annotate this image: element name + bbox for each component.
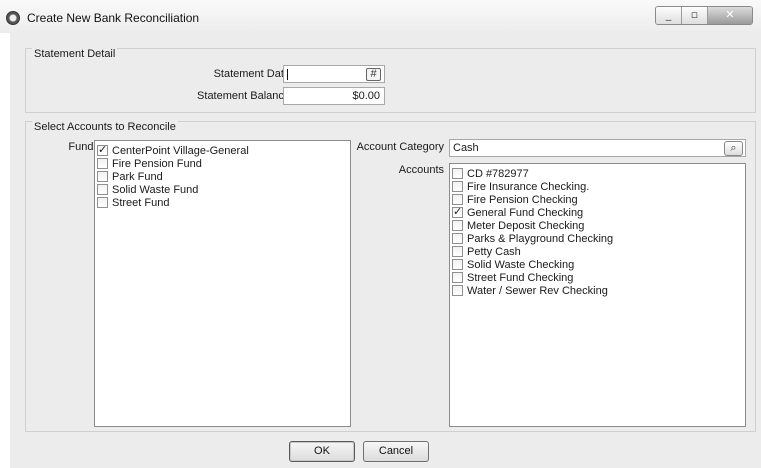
statement-balance-field[interactable]: $0.00 xyxy=(283,87,385,105)
checkbox[interactable] xyxy=(97,171,108,182)
select-accounts-group: Select Accounts to Reconcile Funds ✓ Cen… xyxy=(25,121,756,432)
checkmark-icon: ✓ xyxy=(453,205,463,218)
statement-detail-group: Statement Detail Statement Date # Statem… xyxy=(25,48,756,113)
fund-item[interactable]: Fire Pension Fund xyxy=(97,157,202,170)
statement-balance-label: Statement Balance xyxy=(197,90,290,102)
maximize-button[interactable]: ▫ xyxy=(682,7,708,24)
close-button[interactable]: ✕ xyxy=(708,7,752,24)
checkbox[interactable] xyxy=(452,194,463,205)
account-item[interactable]: Street Fund Checking xyxy=(452,271,573,284)
checkbox[interactable] xyxy=(97,184,108,195)
calendar-button[interactable]: # xyxy=(366,68,381,81)
account-item[interactable]: Solid Waste Checking xyxy=(452,258,574,271)
minimize-button[interactable]: _ xyxy=(656,7,682,24)
statement-date-field[interactable]: # xyxy=(283,65,385,83)
text-caret xyxy=(287,69,288,80)
cancel-button[interactable]: Cancel xyxy=(363,441,429,462)
account-item[interactable]: Fire Pension Checking xyxy=(452,193,578,206)
account-item[interactable]: Meter Deposit Checking xyxy=(452,219,584,232)
app-icon xyxy=(6,11,20,25)
account-item[interactable]: Parks & Playground Checking xyxy=(452,232,613,245)
account-category-label: Account Category xyxy=(356,141,444,153)
close-icon: ✕ xyxy=(725,8,735,21)
checkbox[interactable] xyxy=(97,158,108,169)
checkbox[interactable] xyxy=(452,168,463,179)
checkbox[interactable]: ✓ xyxy=(97,143,108,156)
window-title: Create New Bank Reconciliation xyxy=(27,11,200,25)
account-item[interactable]: Petty Cash xyxy=(452,245,521,258)
category-lookup-button[interactable]: ⌕ xyxy=(724,141,743,156)
title-bar: Create New Bank Reconciliation _ ▫ ✕ xyxy=(0,0,761,33)
checkbox[interactable] xyxy=(452,246,463,257)
checkbox[interactable] xyxy=(452,259,463,270)
statement-date-label: Statement Date xyxy=(213,68,290,80)
checkbox[interactable] xyxy=(452,285,463,296)
fund-item[interactable]: Park Fund xyxy=(97,170,163,183)
checkbox[interactable] xyxy=(452,181,463,192)
checkbox[interactable]: ✓ xyxy=(452,205,463,218)
search-icon: ⌕ xyxy=(730,142,737,154)
dialog-body: Statement Detail Statement Date # Statem… xyxy=(10,33,761,468)
maximize-icon: ▫ xyxy=(690,8,699,21)
select-accounts-title: Select Accounts to Reconcile xyxy=(32,121,178,133)
accounts-list[interactable]: CD #782977 Fire Insurance Checking. Fire… xyxy=(449,163,746,427)
checkbox[interactable] xyxy=(452,220,463,231)
funds-list[interactable]: ✓ CenterPoint Village-General Fire Pensi… xyxy=(94,140,351,427)
checkbox[interactable] xyxy=(97,197,108,208)
window-controls: _ ▫ ✕ xyxy=(655,6,753,25)
checkbox[interactable] xyxy=(452,272,463,283)
minimize-icon: _ xyxy=(665,8,672,21)
calendar-icon: # xyxy=(370,68,377,80)
accounts-label: Accounts xyxy=(398,164,444,176)
account-item[interactable]: ✓ General Fund Checking xyxy=(452,205,583,219)
checkbox[interactable] xyxy=(452,233,463,244)
fund-item[interactable]: Street Fund xyxy=(97,196,169,209)
checkmark-icon: ✓ xyxy=(98,143,108,156)
account-category-field[interactable]: Cash ⌕ xyxy=(449,139,746,157)
account-item[interactable]: Water / Sewer Rev Checking xyxy=(452,284,608,297)
ok-button[interactable]: OK xyxy=(289,441,355,462)
account-item[interactable]: Fire Insurance Checking. xyxy=(452,180,589,193)
fund-item[interactable]: Solid Waste Fund xyxy=(97,183,198,196)
fund-item[interactable]: ✓ CenterPoint Village-General xyxy=(97,143,249,157)
account-item[interactable]: CD #782977 xyxy=(452,167,529,180)
statement-detail-title: Statement Detail xyxy=(32,48,118,60)
